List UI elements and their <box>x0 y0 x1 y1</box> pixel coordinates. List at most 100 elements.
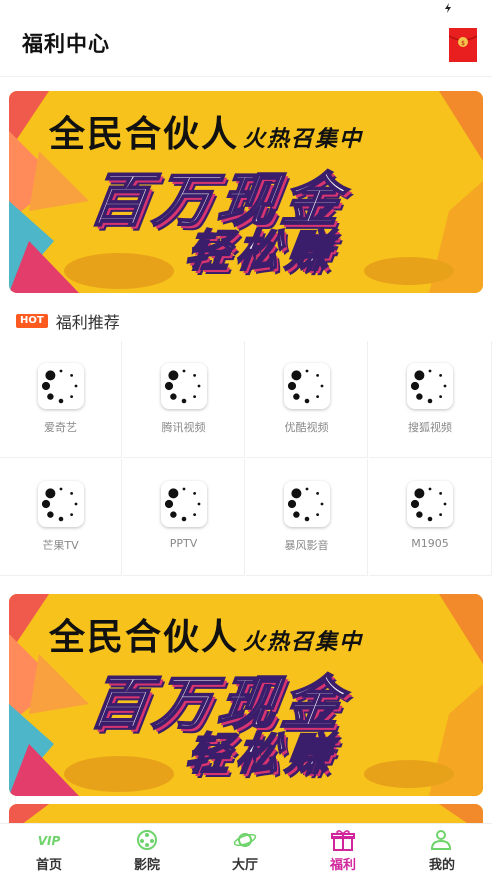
spinner-dot <box>304 516 310 522</box>
spinner-dot <box>168 370 179 381</box>
spinner-dot <box>427 398 433 404</box>
spinner-dot <box>193 513 197 517</box>
nav-mine[interactable]: 我的 <box>392 824 492 876</box>
spinner-dot <box>70 491 74 495</box>
banner-line1: 全民合伙人 火热召集中 <box>49 105 363 157</box>
app-label: M1905 <box>411 537 449 550</box>
spinner-dots <box>41 369 78 404</box>
spinner-dot <box>47 393 54 400</box>
spinner-dot <box>181 516 187 522</box>
spinner-dot <box>427 516 433 522</box>
banner-line3: 轻松赚 <box>182 728 341 781</box>
spinner-dot <box>74 502 78 506</box>
spinner-dot <box>414 488 425 499</box>
svg-text:$: $ <box>461 40 465 47</box>
spinner-dot <box>439 491 443 495</box>
spinner-dot <box>316 395 320 399</box>
app-grid: 爱奇艺 腾讯视频 优酷视频 搜狐视频 芒果TV PPTV 暴风影音 M1905 <box>0 341 492 577</box>
app-tile[interactable]: PPTV <box>123 459 245 576</box>
spinner-dot <box>439 513 443 517</box>
spinner-dot <box>74 384 78 388</box>
spinner-dots <box>164 487 201 522</box>
spinner-dot <box>170 511 177 518</box>
spinner-dot <box>439 395 443 399</box>
user-icon <box>430 830 452 850</box>
spinner-dot <box>58 398 64 404</box>
banner-line1-tag: 火热召集中 <box>243 127 364 152</box>
spinner-dot <box>197 384 201 388</box>
spinner-dots <box>287 487 324 522</box>
spinner-dot <box>58 516 64 522</box>
spinner-dot <box>45 488 56 499</box>
spinner-dot <box>70 395 74 399</box>
top-header: 福利中心 $ <box>0 16 492 74</box>
spinner-dot <box>443 502 447 506</box>
spinner-dot <box>41 499 51 509</box>
nav-label: 影院 <box>133 858 160 873</box>
spinner-dot <box>59 369 63 373</box>
promo-banner[interactable]: 全民合伙人 火热召集中 百万现金 轻松赚 <box>9 594 483 796</box>
loading-spinner-icon <box>407 481 453 527</box>
spinner-dot <box>291 370 302 381</box>
nav-welfare[interactable]: 福利 <box>294 824 392 876</box>
spinner-dot <box>439 373 443 377</box>
spinner-dot <box>410 499 420 509</box>
spinner-dot <box>304 398 310 404</box>
app-tile[interactable]: 搜狐视频 <box>369 341 492 458</box>
planet-icon <box>233 833 257 847</box>
spinner-dot <box>164 381 174 391</box>
loading-spinner-icon <box>161 481 207 527</box>
page-title: 福利中心 <box>22 32 110 56</box>
nav-label: 大厅 <box>231 858 258 873</box>
app-tile[interactable]: 芒果TV <box>0 459 122 576</box>
spinner-dot <box>316 513 320 517</box>
spinner-dot <box>416 511 423 518</box>
nav-cinema[interactable]: 影院 <box>98 824 196 876</box>
charging-icon <box>445 3 451 13</box>
spinner-dot <box>164 499 174 509</box>
spinner-dot <box>320 502 324 506</box>
hot-badge: HOT <box>16 314 48 328</box>
spinner-dot <box>197 502 201 506</box>
banner-line1-tag: 火热召集中 <box>243 630 364 655</box>
spinner-dots <box>41 487 78 522</box>
status-bar <box>0 0 492 16</box>
spinner-dot <box>410 381 420 391</box>
spinner-dot <box>443 384 447 388</box>
spinner-dots <box>410 369 447 404</box>
banner-line3: 轻松赚 <box>182 225 341 278</box>
app-label: 暴风影音 <box>284 539 329 552</box>
red-envelope-button[interactable]: $ <box>448 28 478 62</box>
app-tile[interactable]: 优酷视频 <box>246 341 368 458</box>
loading-spinner-icon <box>38 481 84 527</box>
app-label: 芒果TV <box>42 539 79 552</box>
spinner-dot <box>320 384 324 388</box>
spinner-dot <box>70 373 74 377</box>
app-tile[interactable]: 爱奇艺 <box>0 341 122 458</box>
app-label: PPTV <box>169 537 198 550</box>
app-tile[interactable]: 腾讯视频 <box>123 341 245 458</box>
spinner-dot <box>45 370 56 381</box>
app-tile[interactable]: M1905 <box>369 459 492 576</box>
spinner-dot <box>305 369 309 373</box>
nav-hall[interactable]: 大厅 <box>196 824 294 876</box>
spinner-dot <box>316 373 320 377</box>
promo-banner[interactable]: 全民合伙人 火热召集中 百万现金 轻松赚 <box>9 91 483 293</box>
spinner-dot <box>170 393 177 400</box>
banner-line1-main: 全民合伙人 <box>49 114 240 155</box>
nav-label: 首页 <box>35 858 62 873</box>
red-envelope-icon: $ <box>448 28 478 62</box>
loading-spinner-icon <box>38 363 84 409</box>
loading-spinner-icon <box>284 363 330 409</box>
spinner-dot <box>287 381 297 391</box>
app-tile[interactable]: 暴风影音 <box>246 459 368 576</box>
spinner-dot <box>416 393 423 400</box>
spinner-dot <box>293 511 300 518</box>
banner-line1: 全民合伙人 火热召集中 <box>49 608 363 660</box>
app-label: 搜狐视频 <box>408 421 452 434</box>
spinner-dot <box>182 487 186 491</box>
nav-home[interactable]: VIP 首页 <box>0 824 98 876</box>
spinner-dot <box>70 513 74 517</box>
spinner-dots <box>164 369 201 404</box>
nav-label: 我的 <box>428 858 455 873</box>
